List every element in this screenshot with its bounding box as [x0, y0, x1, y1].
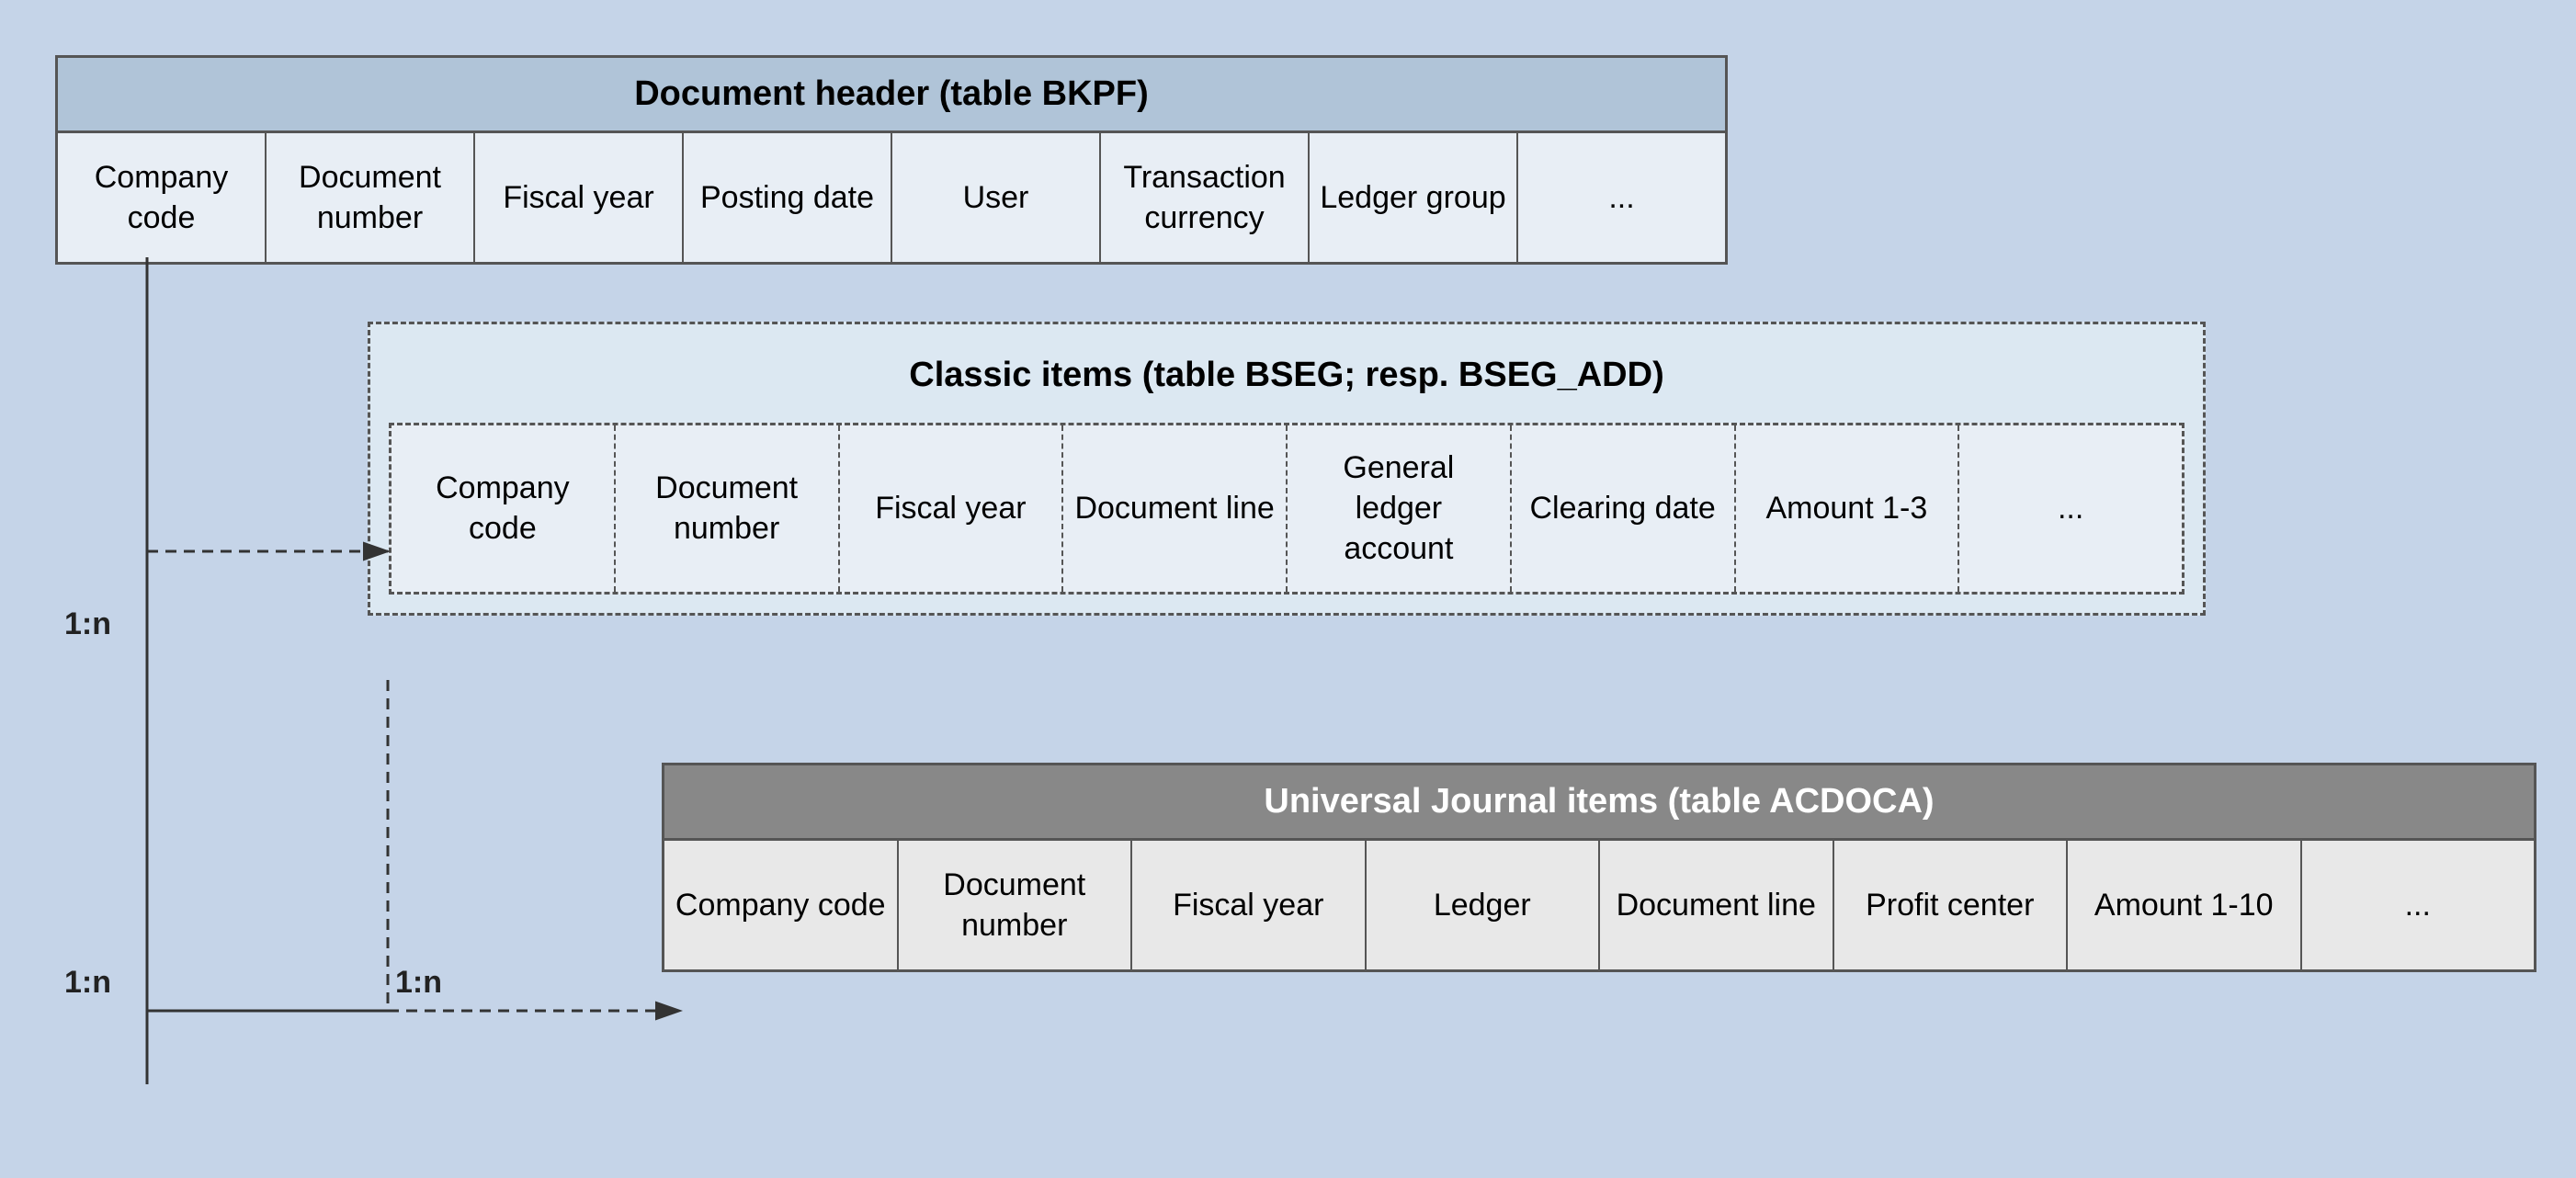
universal-journal-cell-0: Company code — [664, 841, 899, 969]
universal-journal-outer: Universal Journal items (table ACDOCA) C… — [662, 763, 2536, 972]
doc-header-cell-1: Document number — [267, 133, 475, 262]
relation-label-3: 1:n — [395, 965, 442, 1001]
classic-items-cell-2: Fiscal year — [840, 425, 1064, 592]
relation-label-2: 1:n — [64, 965, 111, 1001]
classic-items-cell-7: ... — [1959, 425, 2182, 592]
universal-journal-cell-7: ... — [2302, 841, 2535, 969]
classic-items-cell-5: Clearing date — [1512, 425, 1736, 592]
doc-header-cell-2: Fiscal year — [475, 133, 684, 262]
universal-journal-cell-2: Fiscal year — [1132, 841, 1367, 969]
universal-journal-cell-6: Amount 1-10 — [2068, 841, 2302, 969]
doc-header-cell-5: Transaction currency — [1101, 133, 1310, 262]
classic-items-outer: Classic items (table BSEG; resp. BSEG_AD… — [368, 322, 2206, 616]
classic-items-rows: Company codeDocument numberFiscal yearDo… — [392, 425, 2182, 592]
classic-items-cell-6: Amount 1-3 — [1736, 425, 1960, 592]
universal-journal-title: Universal Journal items (table ACDOCA) — [664, 765, 2534, 841]
classic-items-cell-0: Company code — [392, 425, 616, 592]
universal-journal-cell-4: Document line — [1600, 841, 1834, 969]
classic-items-cell-4: General ledger account — [1288, 425, 1512, 592]
universal-journal-rows: Company codeDocument numberFiscal yearLe… — [664, 841, 2534, 969]
classic-items-table: Company codeDocument numberFiscal yearDo… — [389, 423, 2184, 595]
classic-items-cell-1: Document number — [616, 425, 840, 592]
doc-header-cell-4: User — [892, 133, 1101, 262]
relation-label-1: 1:n — [64, 606, 111, 642]
universal-journal-cell-3: Ledger — [1367, 841, 1601, 969]
classic-items-title: Classic items (table BSEG; resp. BSEG_AD… — [389, 343, 2184, 408]
universal-journal-cell-1: Document number — [899, 841, 1133, 969]
universal-journal-table: Universal Journal items (table ACDOCA) C… — [662, 763, 2536, 972]
doc-header-cell-7: ... — [1518, 133, 1725, 262]
classic-items-cell-3: Document line — [1063, 425, 1288, 592]
doc-header-cell-6: Ledger group — [1310, 133, 1518, 262]
doc-header-table: Document header (table BKPF) Company cod… — [55, 55, 1728, 265]
universal-journal-cell-5: Profit center — [1834, 841, 2069, 969]
doc-header-rows: Company codeDocument numberFiscal yearPo… — [58, 133, 1725, 262]
doc-header-cell-3: Posting date — [684, 133, 892, 262]
doc-header-title: Document header (table BKPF) — [58, 58, 1725, 133]
doc-header-cell-0: Company code — [58, 133, 267, 262]
diagram-container: Document header (table BKPF) Company cod… — [37, 37, 2539, 1141]
